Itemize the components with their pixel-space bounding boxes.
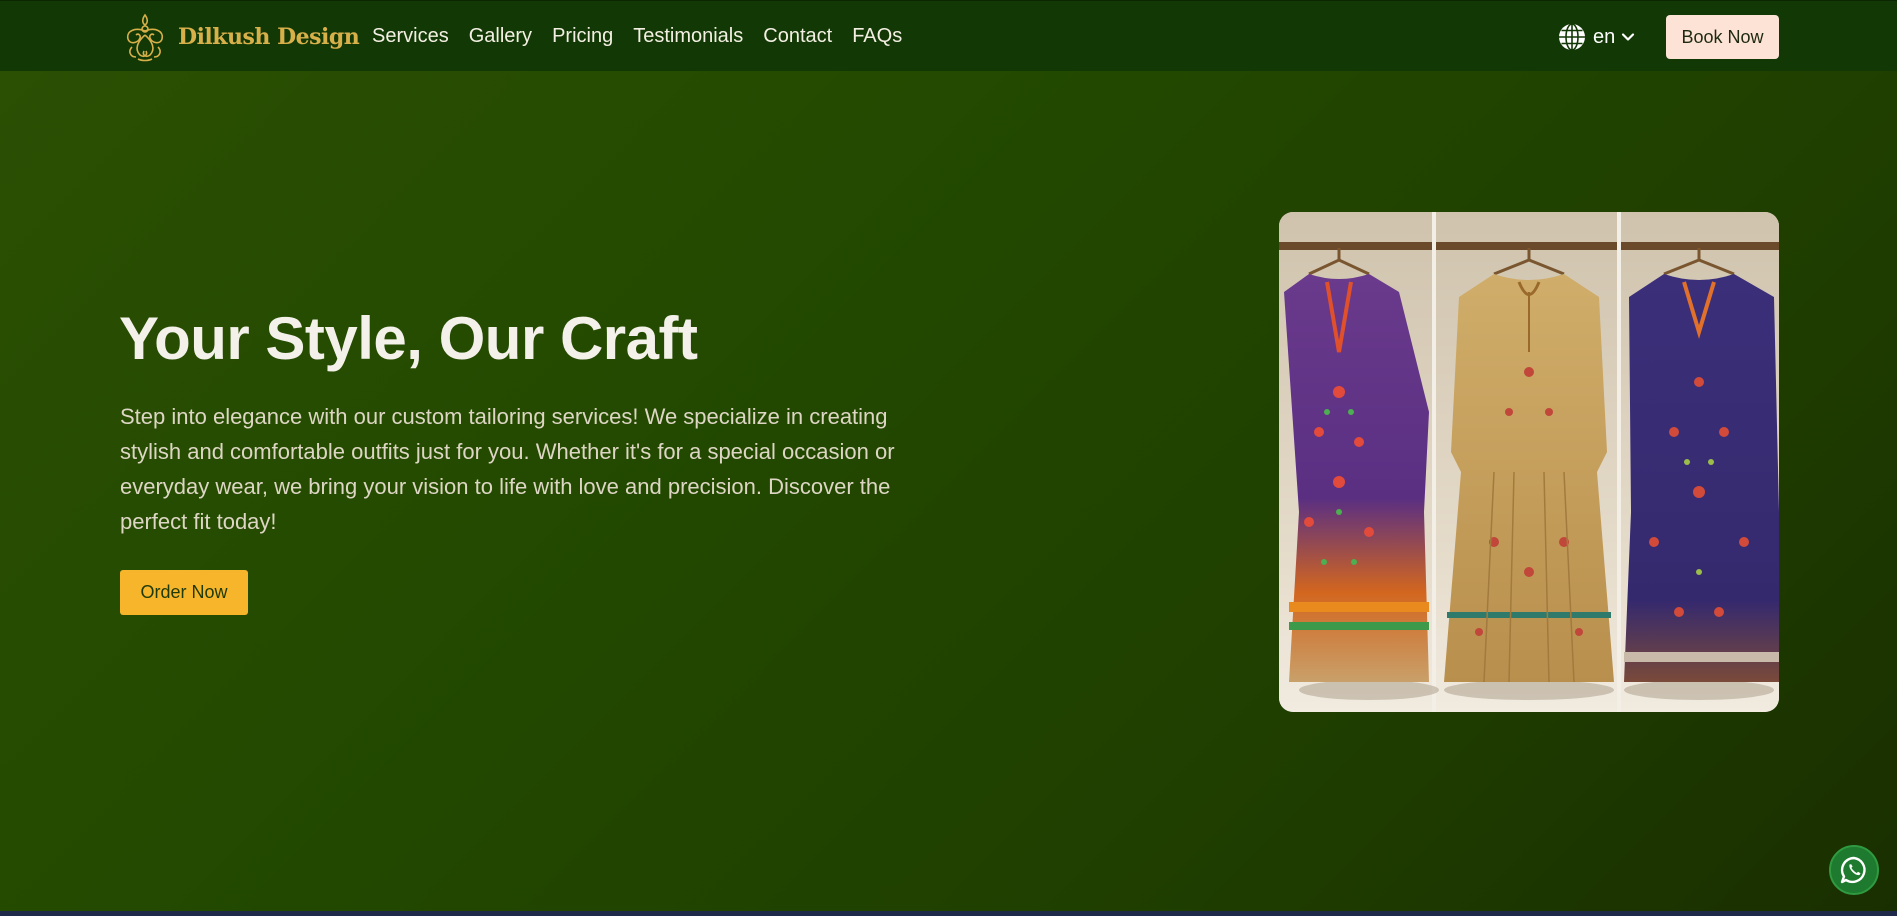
nav-link-gallery[interactable]: Gallery (469, 25, 532, 48)
bottom-strip (0, 911, 1897, 916)
chevron-down-icon (1622, 33, 1635, 41)
whatsapp-icon (1840, 856, 1866, 884)
nav-link-pricing[interactable]: Pricing (552, 25, 613, 48)
hero-title: Your Style, Our Craft (119, 305, 698, 372)
navbar: Dilkush Design Services Gallery Pricing … (0, 0, 1897, 71)
brand-name: Dilkush Design (178, 24, 360, 50)
book-now-button[interactable]: Book Now (1666, 15, 1779, 59)
nav-link-testimonials[interactable]: Testimonials (633, 25, 743, 48)
nav-links: Services Gallery Pricing Testimonials Co… (372, 1, 902, 72)
hero-description: Step into elegance with our custom tailo… (120, 404, 895, 534)
hero-dresses-image (1279, 212, 1779, 712)
globe-icon (1559, 23, 1585, 51)
nav-link-services[interactable]: Services (372, 25, 449, 48)
whatsapp-button[interactable] (1829, 845, 1879, 895)
nav-link-contact[interactable]: Contact (763, 25, 832, 48)
nav-link-faqs[interactable]: FAQs (852, 25, 902, 48)
brand[interactable]: Dilkush Design (120, 11, 360, 63)
ornamental-logo-icon (126, 13, 164, 62)
order-now-button[interactable]: Order Now (120, 570, 248, 615)
language-value: en (1593, 25, 1616, 48)
language-selector[interactable]: en (1557, 21, 1635, 53)
hero-section: Your Style, Our Craft Step into elegance… (0, 71, 1897, 911)
